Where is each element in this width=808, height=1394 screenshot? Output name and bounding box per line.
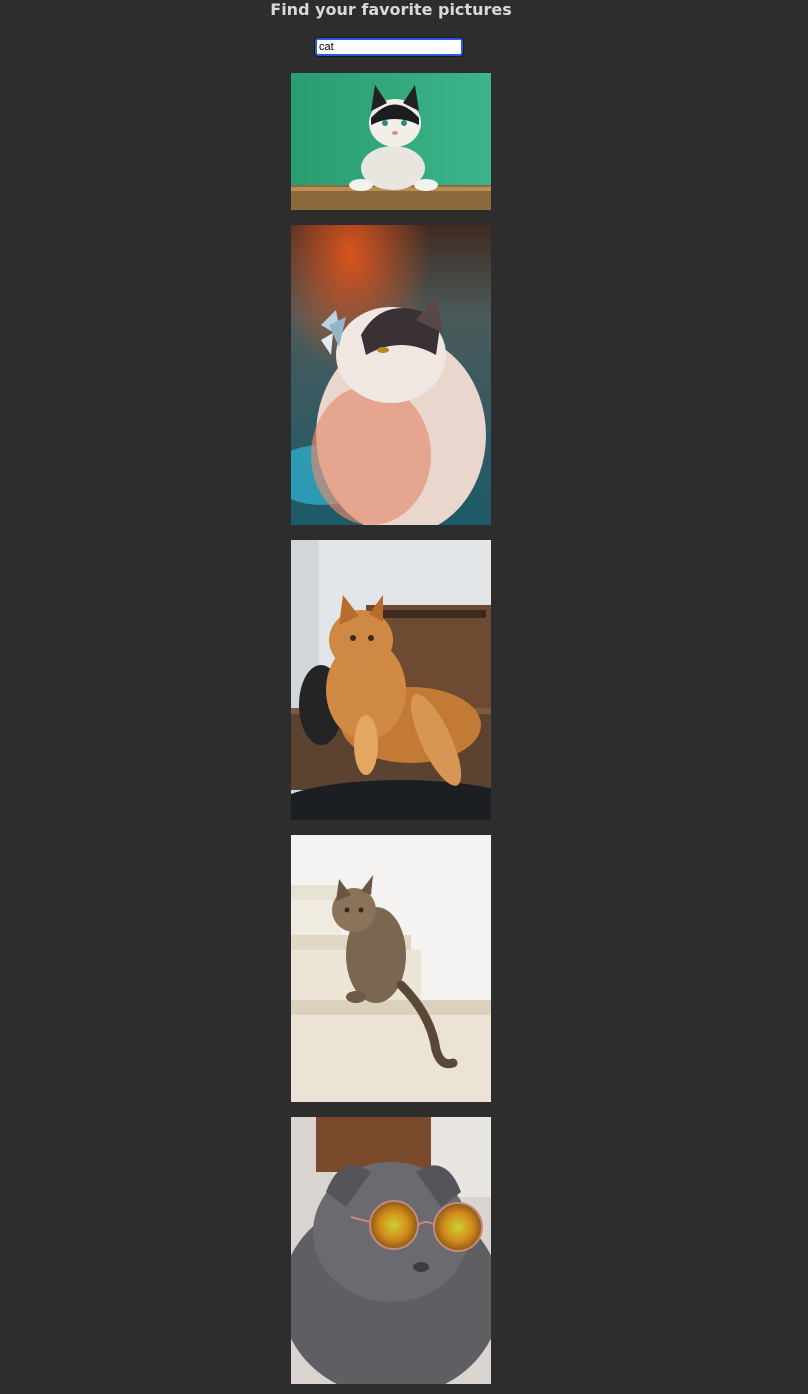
cat-photo-4 xyxy=(291,835,491,1102)
search-input[interactable] xyxy=(314,37,464,57)
page-title: Find your favorite pictures xyxy=(270,0,512,19)
cat-photo-5 xyxy=(291,1117,491,1384)
cat-photo-2 xyxy=(291,225,491,525)
gallery-image[interactable] xyxy=(291,540,491,820)
cat-photo-1 xyxy=(291,73,491,210)
gallery-image[interactable] xyxy=(291,73,491,210)
gallery-image[interactable] xyxy=(291,1117,491,1384)
cat-photo-3 xyxy=(291,540,491,820)
gallery-image[interactable] xyxy=(291,835,491,1102)
gallery-image[interactable] xyxy=(291,225,491,525)
